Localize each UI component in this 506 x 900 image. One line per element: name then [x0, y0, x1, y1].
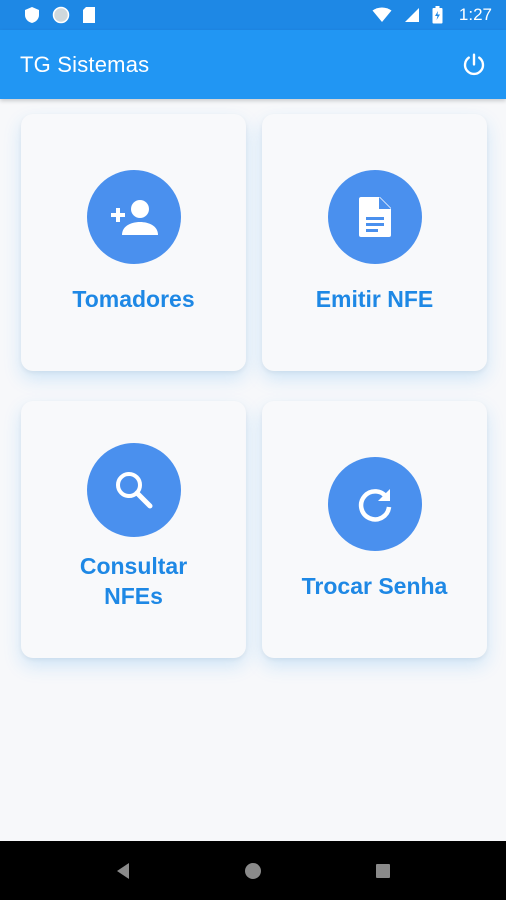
tomadores-icon-circle — [86, 170, 181, 264]
emitir-nfe-icon-circle — [327, 170, 422, 264]
home-icon — [245, 862, 261, 879]
consultar-nfes-label: Consultar NFEs — [80, 551, 187, 611]
back-icon — [117, 862, 129, 879]
person-add-icon — [110, 200, 158, 235]
tomadores-label: Tomadores — [72, 286, 195, 312]
consultar-nfes-label-line-1: Consultar — [79, 553, 188, 579]
search-icon — [115, 472, 152, 509]
back-button[interactable] — [108, 856, 138, 886]
status-time: 1:27 — [458, 5, 492, 24]
recents-button[interactable] — [368, 856, 398, 886]
emitir-nfe-card[interactable]: Emitir NFE — [262, 114, 487, 371]
consultar-nfes-icon-circle — [86, 443, 181, 537]
app-title: TG Sistemas — [20, 51, 150, 77]
dashboard-grid: Tomadores Emitir NFE Consultar NFEs Troc… — [0, 99, 506, 841]
app-bar: TG Sistemas — [0, 30, 506, 99]
circle-icon — [52, 6, 70, 24]
battery-icon — [432, 6, 443, 24]
system-nav-bar — [0, 841, 506, 900]
status-left-icons — [24, 6, 96, 24]
logout-button[interactable] — [458, 49, 490, 81]
trocar-senha-icon-circle — [327, 457, 422, 551]
document-icon — [358, 197, 391, 237]
status-bar: 1:27 — [0, 0, 506, 30]
home-button[interactable] — [238, 856, 268, 886]
recents-icon — [376, 863, 390, 878]
tomadores-card[interactable]: Tomadores — [21, 114, 246, 371]
sd-card-icon — [82, 6, 96, 24]
refresh-icon — [358, 489, 391, 522]
consultar-nfes-label-line-2: NFEs — [104, 583, 163, 609]
shield-icon — [24, 6, 40, 24]
trocar-senha-card[interactable]: Trocar Senha — [262, 401, 487, 658]
emitir-nfe-label: Emitir NFE — [315, 286, 434, 312]
status-right-icons: 1:27 — [372, 5, 492, 25]
wifi-icon — [372, 7, 392, 23]
power-icon — [463, 53, 485, 75]
signal-icon — [404, 7, 420, 23]
consultar-nfes-card[interactable]: Consultar NFEs — [21, 401, 246, 658]
trocar-senha-label: Trocar Senha — [301, 573, 448, 599]
